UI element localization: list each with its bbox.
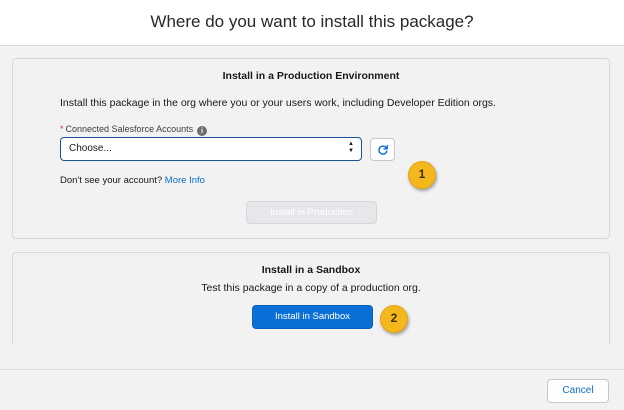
production-panel-title: Install in a Production Environment	[222, 70, 400, 82]
production-panel: Install in a Production Environment Inst…	[12, 58, 610, 239]
dialog-footer: Cancel	[0, 369, 624, 410]
step-badge-2: 2	[380, 305, 408, 333]
production-description: Install this package in the org where yo…	[60, 97, 496, 109]
more-info-link[interactable]: More Info	[165, 175, 205, 186]
install-in-sandbox-button[interactable]: Install in Sandbox	[252, 305, 373, 329]
dialog-title: Where do you want to install this packag…	[150, 11, 474, 31]
step-badge-1: 1	[408, 161, 436, 189]
install-in-production-button[interactable]: Install in Production	[246, 201, 377, 224]
refresh-icon	[377, 144, 388, 155]
info-icon[interactable]: i	[197, 126, 208, 136]
account-help-line: Don't see your account? More Info	[60, 175, 205, 186]
sandbox-panel: Install in a Sandbox Test this package i…	[12, 252, 610, 344]
refresh-button[interactable]	[370, 138, 395, 161]
account-prompt: Don't see your account?	[60, 175, 163, 186]
connected-accounts-label: * Connected Salesforce Accounts i	[60, 124, 208, 136]
account-select[interactable]: Choose... ▲ ▼	[60, 137, 362, 161]
account-select-value: Choose...	[69, 143, 112, 154]
dialog-header: Where do you want to install this packag…	[0, 0, 624, 46]
connected-accounts-label-text: Connected Salesforce Accounts	[65, 124, 194, 134]
select-arrows-icon: ▲ ▼	[348, 141, 354, 154]
sandbox-description: Test this package in a copy of a product…	[201, 282, 421, 294]
sandbox-panel-title: Install in a Sandbox	[261, 264, 361, 276]
cancel-button[interactable]: Cancel	[547, 379, 609, 403]
dialog-body: Install in a Production Environment Inst…	[0, 46, 624, 369]
required-mark: *	[60, 124, 64, 134]
